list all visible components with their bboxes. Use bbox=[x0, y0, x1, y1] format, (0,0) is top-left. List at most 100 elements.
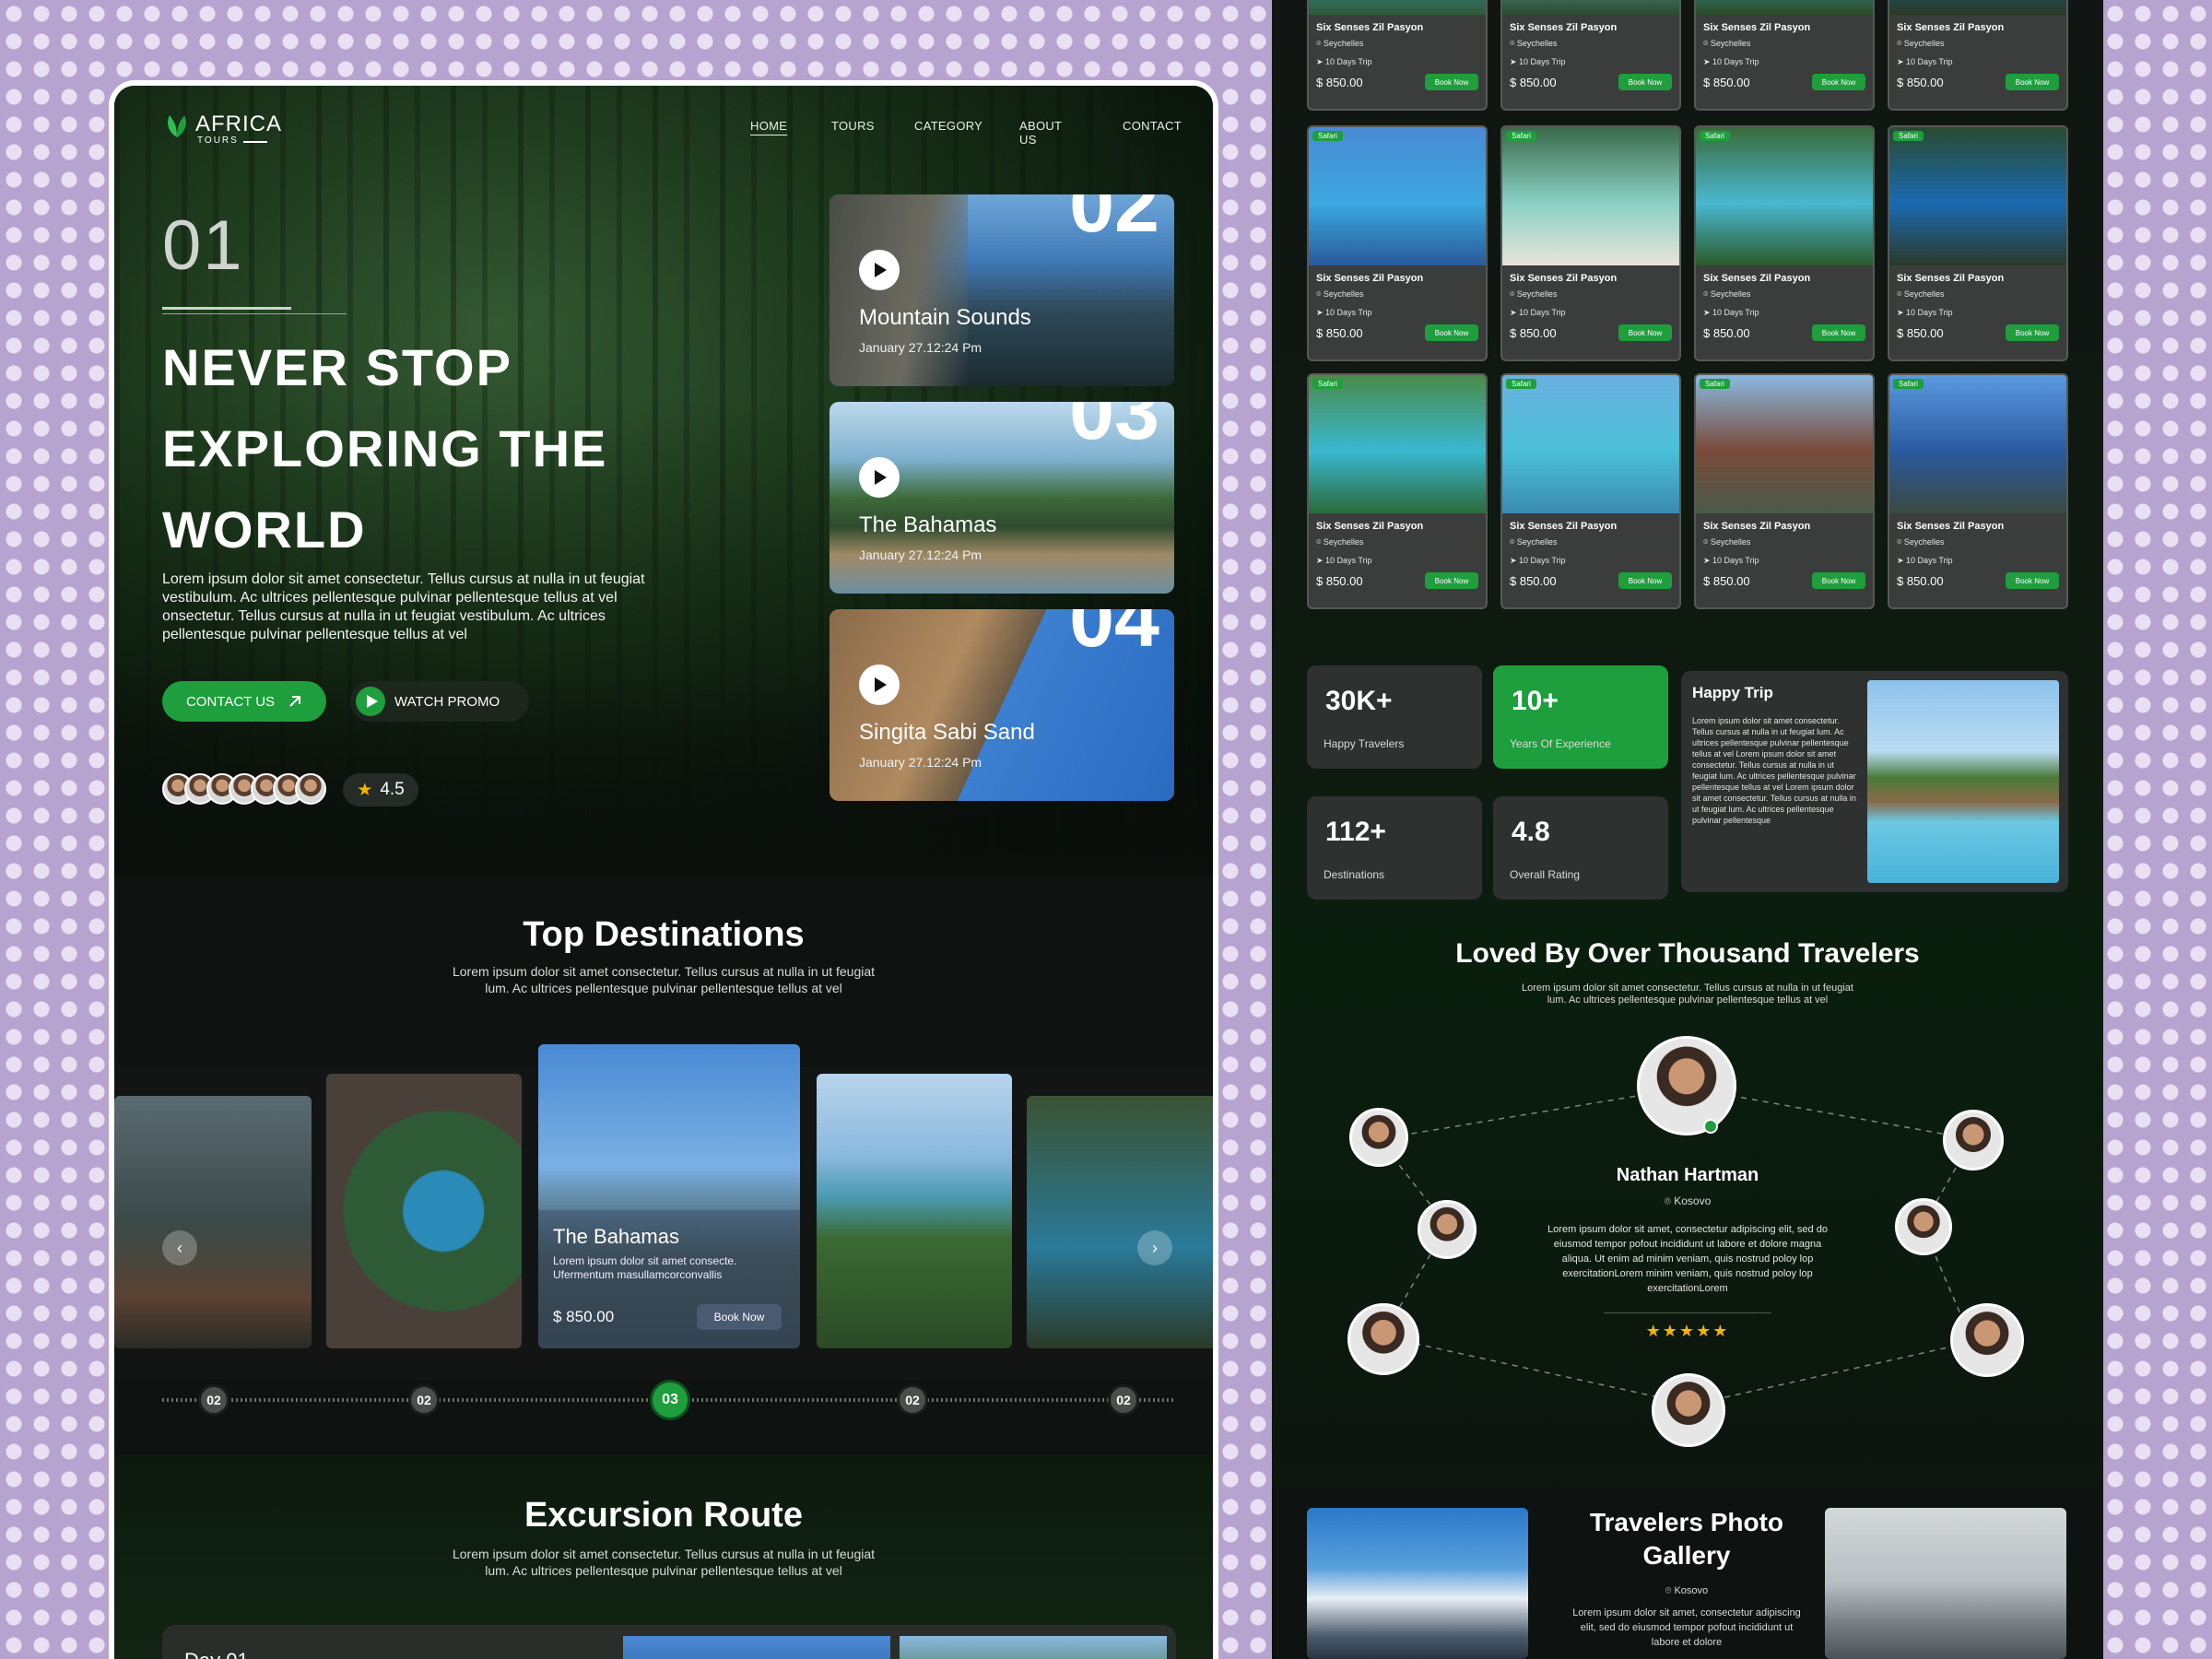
nav-about[interactable]: ABOUT US bbox=[1019, 119, 1062, 147]
hotel-image bbox=[1889, 375, 2066, 513]
hotel-card[interactable]: Safari Six Senses Zil Pasyon ⌾ Seychelles ➤… bbox=[1888, 125, 2068, 361]
hero-title: NEVER STOP EXPLORING THE WORLD bbox=[162, 338, 608, 559]
book-now-button[interactable]: Book Now bbox=[1812, 572, 1865, 589]
hotel-location-text: Seychelles bbox=[1710, 39, 1751, 48]
avatar bbox=[295, 773, 326, 805]
hotel-card[interactable]: Six Senses Zil Pasyon ⌾ Seychelles ➤ 10 Da… bbox=[1307, 0, 1488, 111]
hotel-location: ⌾ Seychelles bbox=[1703, 289, 1750, 300]
hotel-price: $ 850.00 bbox=[1316, 574, 1363, 588]
featured-slide-card[interactable]: The Bahamas Lorem ipsum dolor sit amet c… bbox=[538, 1044, 800, 1348]
traveler-avatar[interactable] bbox=[1418, 1200, 1477, 1259]
book-now-button[interactable]: Book Now bbox=[1425, 74, 1478, 90]
contact-us-button[interactable]: CONTACT US bbox=[162, 681, 326, 722]
book-now-button[interactable]: Book Now bbox=[2006, 74, 2059, 90]
book-now-button[interactable]: Book Now bbox=[1812, 74, 1865, 90]
slider-step-active[interactable]: 03 bbox=[650, 1380, 690, 1420]
stat-card: 4.8 Overall Rating bbox=[1493, 796, 1668, 900]
brand-name[interactable]: AFRICA bbox=[195, 112, 282, 137]
hotel-card[interactable]: Six Senses Zil Pasyon ⌾ Seychelles ➤ 10 Da… bbox=[1500, 0, 1681, 111]
stat-label: Destinations bbox=[1324, 868, 1385, 881]
hotel-price: $ 850.00 bbox=[1510, 76, 1557, 89]
slider-step[interactable]: 02 bbox=[408, 1384, 440, 1416]
hotel-card[interactable]: Six Senses Zil Pasyon ⌾ Seychelles ➤ 10 Da… bbox=[1694, 0, 1875, 111]
book-now-button[interactable]: Book Now bbox=[1618, 572, 1672, 589]
traveler-avatar[interactable] bbox=[1943, 1110, 2004, 1171]
traveler-avatar[interactable] bbox=[1349, 1108, 1408, 1167]
hero-description: Lorem ipsum dolor sit amet consectetur. … bbox=[162, 571, 645, 642]
contact-us-label: CONTACT US bbox=[185, 693, 276, 710]
send-icon: ➤ bbox=[1510, 57, 1520, 66]
play-icon[interactable] bbox=[859, 665, 900, 705]
book-now-button[interactable]: Book Now bbox=[697, 1304, 782, 1330]
gallery-image[interactable] bbox=[1307, 1508, 1528, 1659]
destination-card[interactable]: 04 Singita Sabi Sand January 27.12:24 Pm bbox=[830, 609, 1174, 801]
gallery-image[interactable] bbox=[1825, 1508, 2066, 1659]
hotel-card[interactable]: Safari Six Senses Zil Pasyon ⌾ Seychelles ➤… bbox=[1500, 373, 1681, 609]
hotel-card[interactable]: Safari Six Senses Zil Pasyon ⌾ Seychelles ➤… bbox=[1694, 373, 1875, 609]
stat-value: 30K+ bbox=[1325, 686, 1393, 716]
slide-card[interactable] bbox=[1027, 1096, 1213, 1348]
hotel-price: $ 850.00 bbox=[1703, 574, 1750, 588]
leaf-logo-icon bbox=[168, 115, 186, 137]
send-icon: ➤ bbox=[1897, 308, 1907, 317]
hotel-location: ⌾ Seychelles bbox=[1897, 39, 1944, 49]
nav-category[interactable]: CATEGORY bbox=[914, 119, 982, 133]
hotel-name: Six Senses Zil Pasyon bbox=[1897, 22, 2005, 33]
slide-card[interactable] bbox=[114, 1096, 312, 1348]
slider-step[interactable]: 02 bbox=[198, 1384, 229, 1416]
play-icon bbox=[356, 687, 385, 716]
testimonial-name: Nathan Hartman bbox=[1616, 1165, 1759, 1185]
hotel-card[interactable]: Safari Six Senses Zil Pasyon ⌾ Seychelles ➤… bbox=[1307, 125, 1488, 361]
nav-contact[interactable]: CONTACT bbox=[1123, 119, 1182, 133]
book-now-button[interactable]: Book Now bbox=[1618, 74, 1672, 90]
hotel-card[interactable]: Six Senses Zil Pasyon ⌾ Seychelles ➤ 10 Da… bbox=[1888, 0, 2068, 111]
book-now-button[interactable]: Book Now bbox=[1812, 324, 1865, 341]
hotel-location-text: Seychelles bbox=[1516, 537, 1558, 547]
landing-page-right: Six Senses Zil Pasyon ⌾ Seychelles ➤ 10 Da… bbox=[1272, 0, 2103, 1659]
hotel-card[interactable]: Safari Six Senses Zil Pasyon ⌾ Seychelles ➤… bbox=[1307, 373, 1488, 609]
slide-description: Lorem ipsum dolor sit amet consecte. Ufe… bbox=[553, 1254, 737, 1281]
watch-promo-button[interactable]: WATCH PROMO bbox=[350, 681, 529, 722]
traveler-avatar[interactable] bbox=[1652, 1373, 1725, 1447]
location-pin-icon: ⌾ bbox=[1510, 39, 1517, 48]
play-icon[interactable] bbox=[859, 457, 900, 498]
chevron-right-icon[interactable]: › bbox=[1137, 1230, 1172, 1265]
book-now-button[interactable]: Book Now bbox=[2006, 572, 2059, 589]
stat-card: 112+ Destinations bbox=[1307, 796, 1482, 900]
play-icon[interactable] bbox=[859, 250, 900, 290]
card-image bbox=[830, 194, 968, 386]
slider-step[interactable]: 02 bbox=[1108, 1384, 1139, 1416]
gallery-location: Kosovo bbox=[1674, 1585, 1709, 1596]
book-now-button[interactable]: Book Now bbox=[1425, 324, 1478, 341]
hotel-card[interactable]: Safari Six Senses Zil Pasyon ⌾ Seychelles ➤… bbox=[1694, 125, 1875, 361]
hotel-trip: ➤ 10 Days Trip bbox=[1316, 556, 1372, 566]
slider-step[interactable]: 02 bbox=[897, 1384, 928, 1416]
stat-card-highlight: 10+ Years Of Experience bbox=[1493, 665, 1668, 769]
destination-date: January 27.12:24 Pm bbox=[859, 755, 982, 770]
book-now-button[interactable]: Book Now bbox=[2006, 324, 2059, 341]
hotel-location: ⌾ Seychelles bbox=[1703, 39, 1750, 49]
slide-card[interactable] bbox=[326, 1074, 522, 1348]
book-now-button[interactable]: Book Now bbox=[1425, 572, 1478, 589]
destination-title: The Bahamas bbox=[859, 512, 997, 537]
nav-home[interactable]: HOME bbox=[750, 119, 787, 133]
destination-card[interactable]: 02 Mountain Sounds January 27.12:24 Pm bbox=[830, 194, 1174, 386]
hotel-card[interactable]: Safari Six Senses Zil Pasyon ⌾ Seychelles ➤… bbox=[1888, 373, 2068, 609]
nav-tours[interactable]: TOURS bbox=[831, 119, 875, 133]
send-icon: ➤ bbox=[1316, 57, 1326, 66]
featured-traveler-avatar[interactable] bbox=[1637, 1036, 1736, 1135]
destination-card[interactable]: 03 The Bahamas January 27.12:24 Pm bbox=[830, 402, 1174, 594]
chevron-left-icon[interactable]: ‹ bbox=[162, 1230, 197, 1265]
hotel-trip-text: 10 Days Trip bbox=[1712, 556, 1759, 565]
day-card[interactable]: Day 01 bbox=[162, 1625, 1176, 1659]
star-icon: ★ bbox=[1662, 1322, 1679, 1340]
hotel-trip: ➤ 10 Days Trip bbox=[1510, 57, 1566, 67]
book-now-button[interactable]: Book Now bbox=[1618, 324, 1672, 341]
excursion-desc-line1: Lorem ipsum dolor sit amet consectetur. … bbox=[452, 1547, 876, 1561]
excursion-title: Excursion Route bbox=[524, 1496, 803, 1535]
testimonial-stars: ★★★★★ bbox=[1272, 1322, 2103, 1341]
slide-card[interactable] bbox=[817, 1074, 1012, 1348]
divider bbox=[1604, 1312, 1771, 1313]
hotel-card[interactable]: Safari Six Senses Zil Pasyon ⌾ Seychelles ➤… bbox=[1500, 125, 1681, 361]
hotel-name: Six Senses Zil Pasyon bbox=[1897, 273, 2005, 284]
